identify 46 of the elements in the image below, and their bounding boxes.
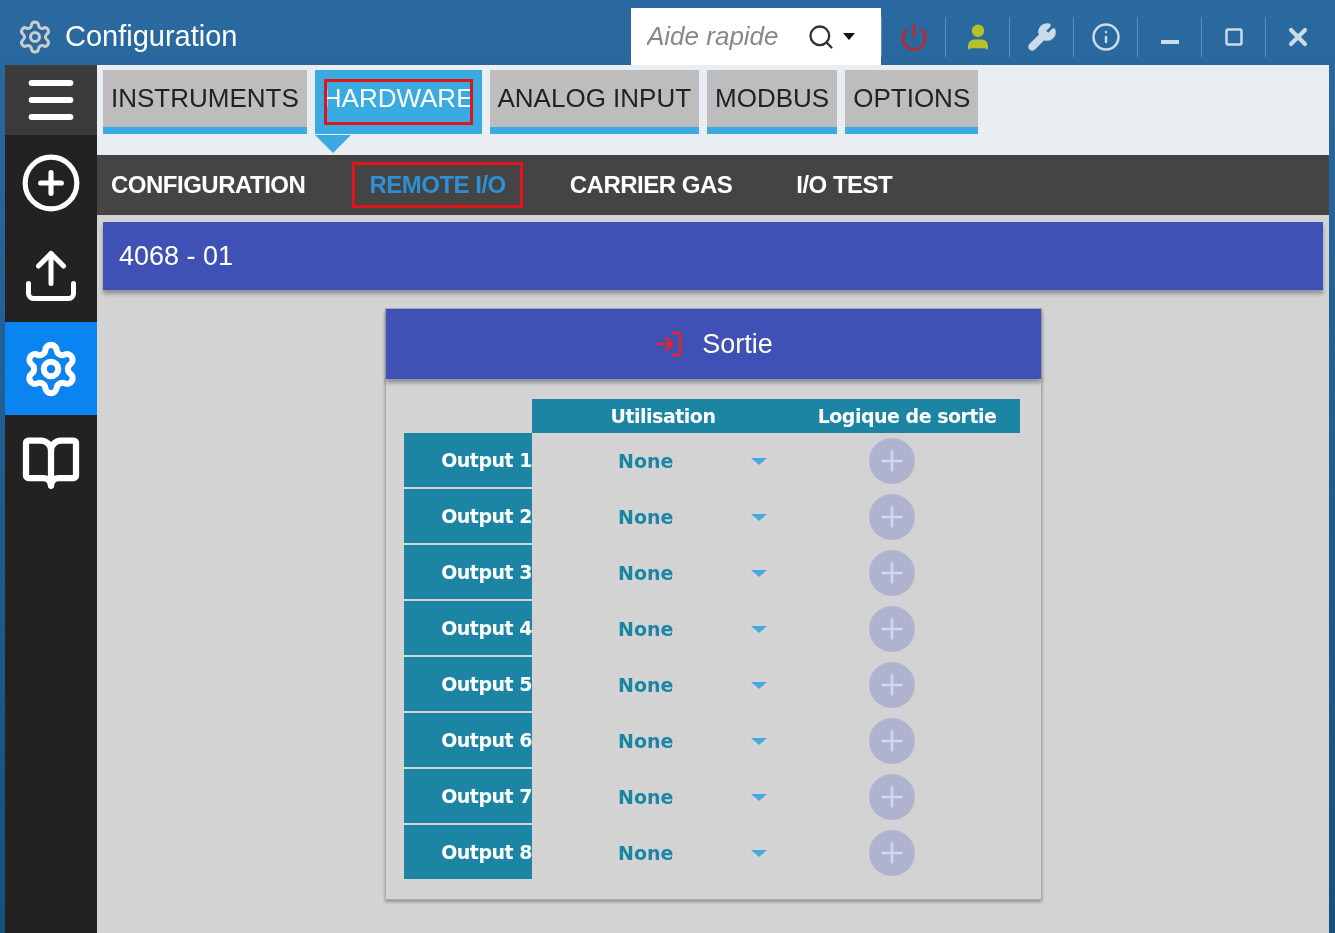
search-icon: [807, 22, 835, 51]
row-header: Output 3: [404, 545, 532, 601]
dropdown[interactable]: None: [532, 545, 794, 601]
caret-icon: [843, 33, 855, 40]
caret-icon: [751, 849, 768, 857]
row-header: Output 7: [404, 769, 532, 825]
tab[interactable]: MODBUS: [707, 70, 838, 134]
tab[interactable]: ANALOG INPUT: [489, 70, 700, 134]
module-header: 4068 - 01: [103, 222, 1323, 290]
tab[interactable]: OPTIONS: [845, 70, 979, 134]
gear-logo-icon: [17, 18, 53, 55]
caret-icon: [751, 681, 768, 689]
sub-tab[interactable]: CONFIGURATION: [97, 165, 320, 205]
menu-button[interactable]: [5, 65, 97, 135]
wrench-icon: [1026, 21, 1057, 52]
sub-tab[interactable]: CARRIER GAS: [555, 165, 747, 205]
dropdown[interactable]: None: [532, 489, 794, 545]
caret-icon: [751, 569, 768, 577]
dropdown[interactable]: None: [532, 825, 794, 881]
row-header: Output 2: [404, 489, 532, 545]
dropdown[interactable]: None: [532, 769, 794, 825]
maximize-icon: [1223, 26, 1244, 47]
row-header: Output 1: [404, 433, 532, 489]
dropdown[interactable]: None: [532, 601, 794, 657]
column-header: Utilisation: [532, 399, 794, 433]
caret-icon: [751, 625, 768, 633]
card-title: Sortie: [702, 328, 773, 360]
dropdown[interactable]: None: [532, 657, 794, 713]
caret-icon: [751, 457, 768, 465]
window-title: Configuration: [65, 20, 239, 53]
sub-tab[interactable]: I/O TEST: [782, 165, 907, 205]
row-header: Output 4: [404, 601, 532, 657]
caret-icon: [751, 793, 768, 801]
tab[interactable]: INSTRUMENTS: [103, 70, 307, 134]
dropdown[interactable]: None: [532, 713, 794, 769]
row-header: Output 6: [404, 713, 532, 769]
row-header: Output 8: [404, 825, 532, 881]
caret-icon: [751, 737, 768, 745]
column-header: Logique de sortie: [794, 399, 1020, 433]
sub-tab[interactable]: REMOTE I/O: [355, 165, 520, 205]
row-header: Output 5: [404, 657, 532, 713]
dropdown[interactable]: None: [532, 433, 794, 489]
caret-icon: [751, 513, 768, 521]
tools-button[interactable]: [5, 322, 97, 415]
info-icon: [1090, 21, 1121, 52]
minimize-icon: [1160, 39, 1179, 44]
